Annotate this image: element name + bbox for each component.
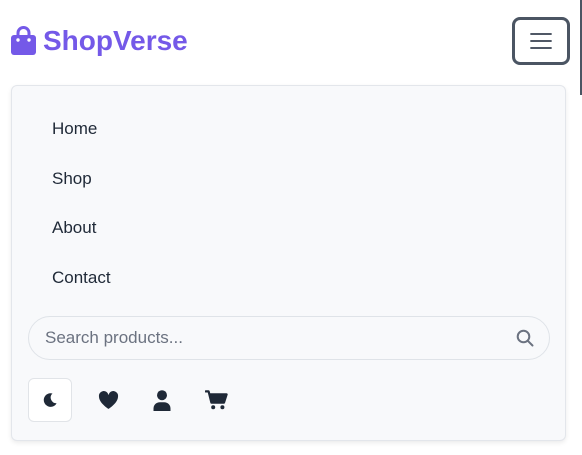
nav-link-contact[interactable]: Contact <box>52 266 111 290</box>
search-icon[interactable] <box>515 328 535 348</box>
nav-item-shop: Shop <box>12 154 565 204</box>
cart-icon <box>204 390 228 410</box>
site-header: ShopVerse <box>0 0 582 84</box>
account-button[interactable] <box>144 382 180 418</box>
wishlist-button[interactable] <box>90 382 126 418</box>
nav-link-about[interactable]: About <box>52 216 96 240</box>
nav-item-home: Home <box>12 104 565 154</box>
mobile-menu-panel: Home Shop About Contact <box>11 85 566 441</box>
action-icons-row <box>28 378 252 422</box>
shopping-bag-icon <box>10 26 37 56</box>
menu-toggle-button[interactable] <box>512 17 570 65</box>
moon-icon <box>42 392 58 408</box>
heart-icon <box>98 390 119 410</box>
brand-logo-link[interactable]: ShopVerse <box>10 24 188 58</box>
nav-link-shop[interactable]: Shop <box>52 167 92 191</box>
user-icon <box>153 389 171 411</box>
search-input[interactable] <box>29 317 499 359</box>
nav-list: Home Shop About Contact <box>12 104 565 303</box>
nav-link-home[interactable]: Home <box>52 117 97 141</box>
search-box <box>28 316 550 360</box>
cart-button[interactable] <box>198 382 234 418</box>
hamburger-menu-icon <box>530 32 552 50</box>
theme-toggle-button[interactable] <box>28 378 72 422</box>
nav-item-contact: Contact <box>12 253 565 303</box>
nav-item-about: About <box>12 203 565 253</box>
brand-name: ShopVerse <box>43 25 188 56</box>
